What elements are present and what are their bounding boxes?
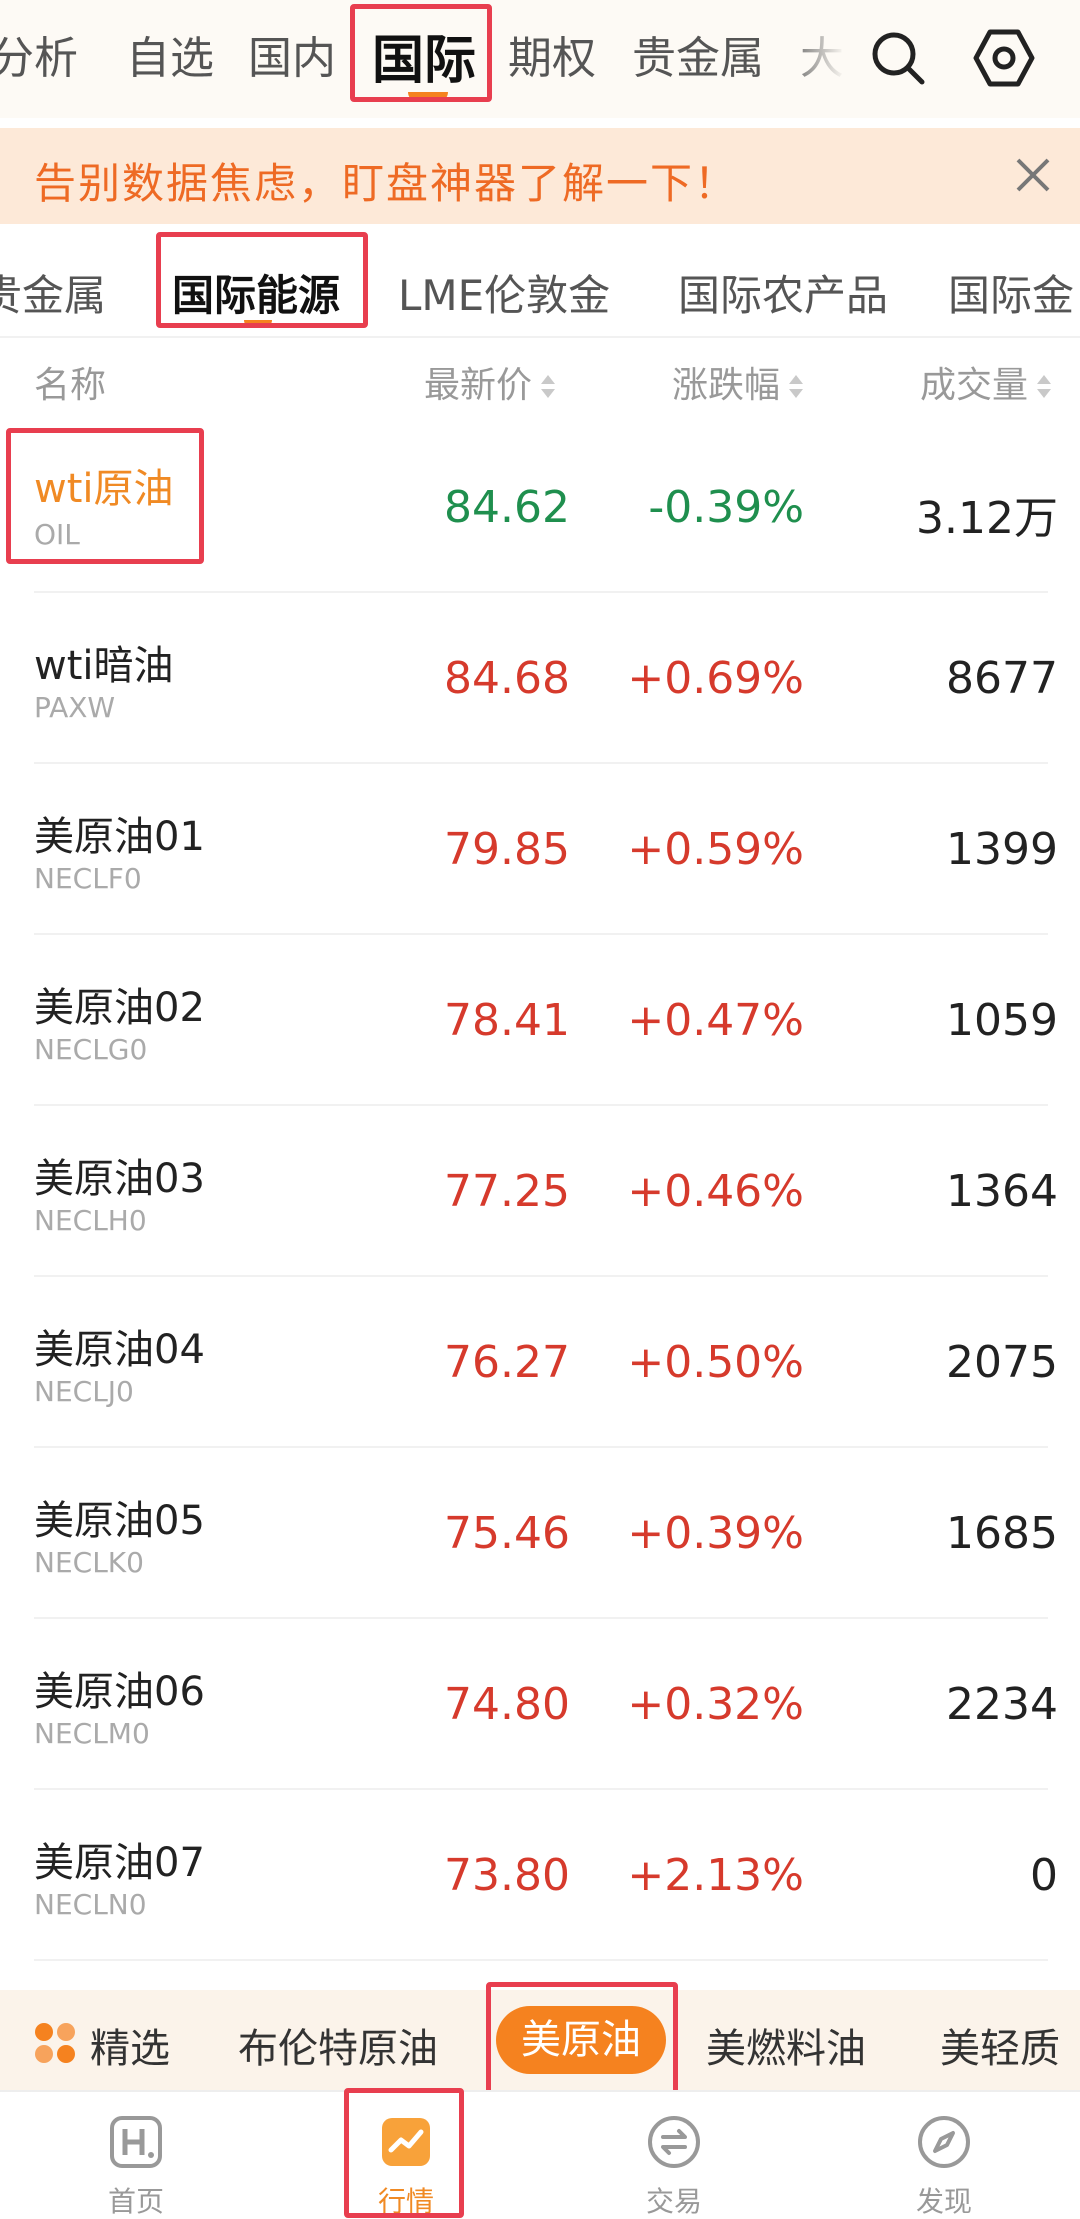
row-price: 75.46: [444, 1508, 570, 1559]
row-code: NECLG0: [34, 1033, 148, 1066]
category-tab-intl-agriculture[interactable]: 国际农产品: [678, 262, 888, 323]
row-price: 74.80: [444, 1679, 570, 1730]
top-tab-options[interactable]: 期权: [508, 22, 596, 86]
row-code: PAXW: [34, 691, 116, 724]
bottom-nav-label: 发现: [915, 2185, 972, 2218]
top-tab-domestic[interactable]: 国内: [248, 22, 336, 86]
quote-list: wti原油 OIL 84.62 -0.39% 3.12万 wti暗油 PAXW …: [0, 422, 1080, 1961]
trade-exchange-icon: [648, 2116, 700, 2168]
bottom-nav-discover[interactable]: 发现: [864, 2092, 1024, 2219]
sub-tab-featured[interactable]: 精选: [90, 2016, 170, 2074]
promo-banner[interactable]: 告别数据焦虑，盯盘神器了解一下！: [0, 128, 1080, 224]
row-price: 84.68: [444, 653, 570, 704]
discover-compass-icon: [918, 2116, 970, 2168]
category-tab-lme[interactable]: LME伦敦金: [398, 262, 610, 323]
top-tab-watchlist[interactable]: 自选: [126, 22, 214, 86]
sort-icon: [786, 372, 804, 402]
highlight-box-bottom-nav: [344, 2088, 464, 2218]
top-nav: 分析 自选 国内 国际 期权 贵金属 大: [0, 0, 1080, 118]
table-row[interactable]: 美原油06 NECLM0 74.80 +0.32% 2234: [34, 1619, 1058, 1790]
highlight-box-first-row: [6, 428, 204, 564]
row-change: +0.47%: [627, 995, 804, 1046]
row-change: +0.50%: [627, 1337, 804, 1388]
row-code: NECLJ0: [34, 1375, 134, 1408]
table-row[interactable]: 美原油02 NECLG0 78.41 +0.47% 1059: [34, 935, 1058, 1106]
settings-icon[interactable]: [972, 26, 1036, 90]
row-name: 美原油02: [34, 985, 205, 1031]
header-volume[interactable]: 成交量: [920, 356, 1052, 408]
row-code: NECLF0: [34, 862, 142, 895]
row-volume: 0: [1030, 1850, 1058, 1901]
category-tab-intl-finance[interactable]: 国际金: [948, 262, 1074, 323]
header-change[interactable]: 涨跌幅: [672, 356, 804, 408]
row-change: +2.13%: [627, 1850, 804, 1901]
row-price: 78.41: [444, 995, 570, 1046]
row-name: 美原油04: [34, 1327, 205, 1373]
row-code: NECLK0: [34, 1546, 144, 1579]
row-name: 美原油06: [34, 1669, 205, 1715]
search-icon[interactable]: [866, 26, 930, 90]
table-row[interactable]: 美原油07 NECLN0 73.80 +2.13% 0: [34, 1790, 1058, 1961]
row-price: 76.27: [444, 1337, 570, 1388]
row-change: +0.39%: [627, 1508, 804, 1559]
sub-tab-us-fuel-oil[interactable]: 美燃料油: [706, 2016, 866, 2074]
row-change: +0.46%: [627, 1166, 804, 1217]
row-price: 79.85: [444, 824, 570, 875]
row-name: 美原油05: [34, 1498, 205, 1544]
header-name: 名称: [34, 365, 107, 406]
table-header: 名称 最新价 涨跌幅 成交量: [0, 336, 1080, 422]
banner-text: 告别数据焦虑，盯盘神器了解一下！: [34, 159, 739, 208]
row-volume: 3.12万: [916, 493, 1058, 544]
table-row[interactable]: 美原油04 NECLJ0 76.27 +0.50% 2075: [34, 1277, 1058, 1448]
highlight-box-sub-tab: [486, 1982, 678, 2098]
row-price: 77.25: [444, 1166, 570, 1217]
close-icon[interactable]: [1010, 152, 1056, 198]
top-tab-precious-metals[interactable]: 贵金属: [632, 22, 764, 86]
row-price: 84.62: [444, 482, 570, 533]
header-price[interactable]: 最新价: [424, 356, 556, 408]
bottom-nav-label: 首页: [107, 2185, 164, 2218]
row-volume: 2075: [946, 1337, 1058, 1388]
grid-dots-icon: [34, 2022, 76, 2064]
row-change: +0.69%: [627, 653, 804, 704]
home-h-icon: [110, 2116, 162, 2168]
row-change: +0.59%: [627, 824, 804, 875]
bottom-nav: 首页 行情 交易 发现: [0, 2090, 1080, 2219]
sub-tab-brent[interactable]: 布伦特原油: [238, 2016, 438, 2074]
row-code: NECLN0: [34, 1888, 147, 1921]
row-volume: 1685: [946, 1508, 1058, 1559]
table-row[interactable]: wti暗油 PAXW 84.68 +0.69% 8677: [34, 593, 1058, 764]
table-row[interactable]: 美原油01 NECLF0 79.85 +0.59% 1399: [34, 764, 1058, 935]
row-change: +0.32%: [627, 1679, 804, 1730]
sort-icon: [1034, 372, 1052, 402]
row-volume: 1059: [946, 995, 1058, 1046]
bottom-nav-label: 交易: [645, 2185, 702, 2218]
table-row[interactable]: 美原油05 NECLK0 75.46 +0.39% 1685: [34, 1448, 1058, 1619]
bottom-nav-home[interactable]: 首页: [56, 2092, 216, 2219]
highlight-box-top-tab: [350, 4, 492, 102]
row-name: 美原油07: [34, 1840, 205, 1886]
category-tab-precious-metals[interactable]: 贵金属: [0, 262, 106, 323]
row-price: 73.80: [444, 1850, 570, 1901]
row-volume: 2234: [946, 1679, 1058, 1730]
row-code: NECLM0: [34, 1717, 150, 1750]
table-row[interactable]: 美原油03 NECLH0 77.25 +0.46% 1364: [34, 1106, 1058, 1277]
row-name: 美原油03: [34, 1156, 205, 1202]
sort-icon: [538, 372, 556, 402]
row-volume: 1399: [946, 824, 1058, 875]
sub-tab-us-light[interactable]: 美轻质: [940, 2016, 1060, 2074]
row-name: wti暗油: [34, 643, 174, 689]
row-change: -0.39%: [648, 482, 804, 533]
top-tab-analysis[interactable]: 分析: [0, 22, 78, 86]
row-volume: 1364: [946, 1166, 1058, 1217]
bottom-nav-trade[interactable]: 交易: [594, 2092, 754, 2219]
highlight-box-category: [156, 232, 368, 328]
row-volume: 8677: [946, 653, 1058, 704]
row-code: NECLH0: [34, 1204, 147, 1237]
row-name: 美原油01: [34, 814, 205, 860]
tab-fade: [782, 0, 872, 118]
